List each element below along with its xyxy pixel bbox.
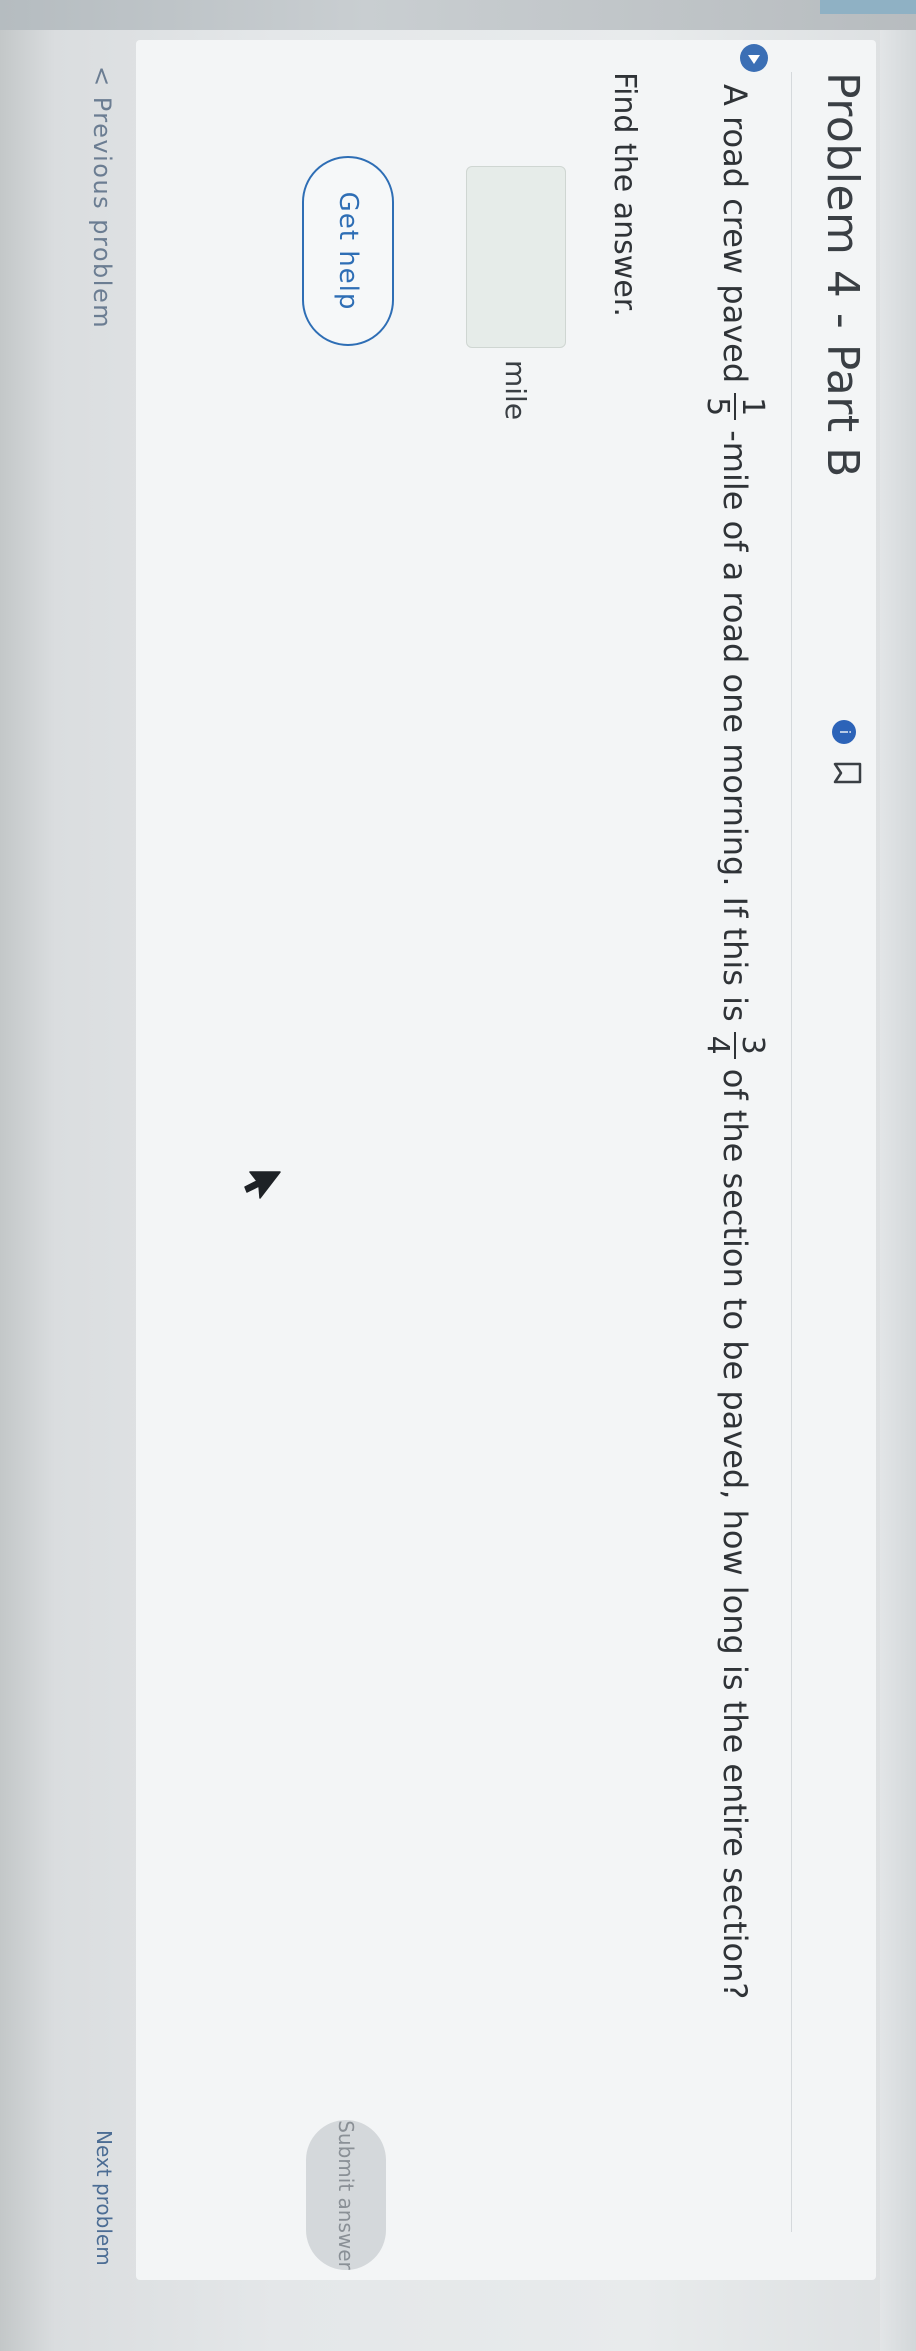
question-text-before: A road crew paved bbox=[716, 84, 754, 384]
previous-problem-link[interactable]: < Previous problem bbox=[88, 66, 116, 329]
fraction-denominator: 4 bbox=[700, 1035, 735, 1055]
title-divider bbox=[791, 72, 792, 2232]
play-audio-icon[interactable] bbox=[740, 44, 768, 72]
info-dot-icon[interactable]: i bbox=[832, 720, 856, 744]
bookmark-icon[interactable] bbox=[832, 762, 862, 784]
submit-answer-button[interactable]: Submit answer bbox=[306, 2120, 386, 2270]
answer-unit-label: mile bbox=[499, 360, 532, 421]
problem-card: Problem 4 - Part B i A road crew paved 1… bbox=[136, 40, 876, 2280]
instruction-text: Find the answer. bbox=[607, 72, 642, 317]
fraction-numerator: 1 bbox=[734, 393, 771, 421]
fraction-one-fifth: 1 5 bbox=[700, 393, 771, 421]
screen: Problem 4 - Part B i A road crew paved 1… bbox=[0, 0, 916, 2351]
fraction-three-fourths: 3 4 bbox=[700, 1031, 771, 1059]
mouse-cursor-icon bbox=[244, 1171, 281, 1199]
page-title: Problem 4 - Part B bbox=[817, 72, 868, 478]
question-text-middle: -mile of a road one morning. If this is bbox=[716, 430, 754, 1022]
next-problem-link[interactable]: Next problem bbox=[92, 2130, 116, 2266]
fraction-denominator: 5 bbox=[700, 397, 735, 417]
question-text: A road crew paved 1 5 -mile of a road on… bbox=[690, 84, 780, 1999]
answer-input[interactable] bbox=[466, 166, 566, 348]
get-help-button[interactable]: Get help bbox=[302, 156, 394, 346]
fraction-numerator: 3 bbox=[734, 1031, 771, 1059]
question-text-after: of the section to be paved, how long is … bbox=[716, 1068, 754, 2000]
rotated-content: Problem 4 - Part B i A road crew paved 1… bbox=[0, 0, 916, 2351]
